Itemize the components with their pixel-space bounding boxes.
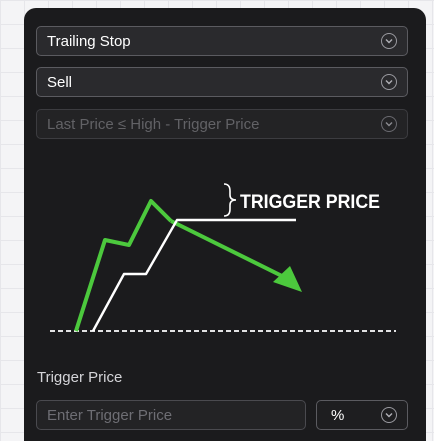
arrow-head-icon	[273, 266, 302, 292]
trailing-stop-line	[91, 218, 296, 332]
condition-select[interactable]: Last Price ≤ High - Trigger Price	[36, 109, 408, 139]
chevron-down-icon	[381, 407, 397, 423]
chevron-down-icon	[381, 116, 397, 132]
trigger-unit-select[interactable]: %	[316, 400, 408, 430]
trigger-price-label: Trigger Price	[37, 369, 123, 386]
order-type-value: Trailing Stop	[47, 32, 131, 50]
order-type-select[interactable]: Trailing Stop	[36, 26, 408, 56]
chevron-down-icon	[381, 74, 397, 90]
trigger-price-annotation: TRIGGER PRICE	[240, 192, 380, 213]
trailing-stop-diagram: TRIGGER PRICE	[50, 183, 396, 332]
trailing-stop-panel: Trailing Stop Sell Last Price ≤ High - T…	[24, 8, 426, 441]
side-value: Sell	[47, 73, 73, 91]
chevron-down-icon	[381, 33, 397, 49]
price-line	[74, 199, 173, 332]
price-drop-arrow	[170, 219, 285, 279]
trigger-brace-icon	[223, 183, 237, 217]
trigger-price-input[interactable]	[36, 400, 306, 430]
condition-value: Last Price ≤ High - Trigger Price	[47, 115, 260, 133]
trigger-unit-value: %	[331, 406, 345, 424]
side-select[interactable]: Sell	[36, 67, 408, 97]
